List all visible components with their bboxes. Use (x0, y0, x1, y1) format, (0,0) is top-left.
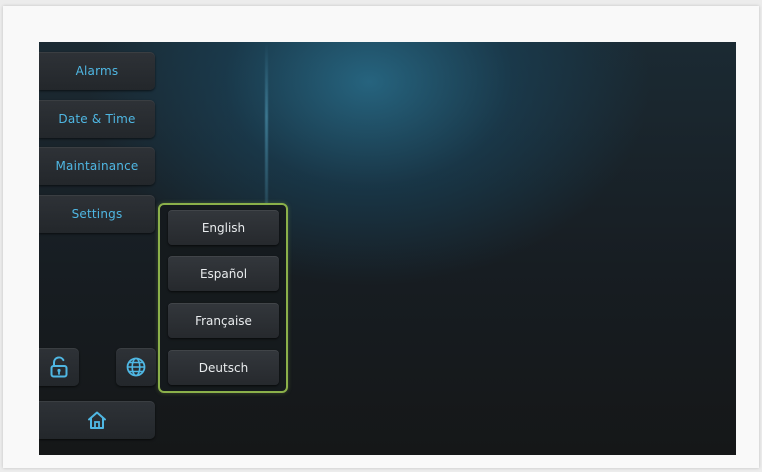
lock-button[interactable] (39, 348, 79, 386)
screenshot-frame: Alarms Date & Time Maintainance Settings… (3, 6, 759, 468)
home-button[interactable] (39, 401, 155, 439)
alarms-button-label: Alarms (75, 64, 119, 78)
language-popup: English Español Française Deutsch (158, 203, 288, 393)
settings-button-label: Settings (71, 207, 123, 221)
maintainance-button-label: Maintainance (55, 159, 139, 173)
language-option-espanol[interactable]: Español (168, 256, 279, 291)
maintainance-button[interactable]: Maintainance (39, 147, 155, 185)
language-option-francaise[interactable]: Française (168, 303, 279, 338)
date-time-button[interactable]: Date & Time (39, 100, 155, 138)
globe-icon (125, 356, 147, 378)
device-screen: Alarms Date & Time Maintainance Settings… (39, 42, 736, 455)
language-option-deutsch[interactable]: Deutsch (168, 350, 279, 385)
alarms-button[interactable]: Alarms (39, 52, 155, 90)
settings-button[interactable]: Settings (39, 195, 155, 233)
language-option-english[interactable]: English (168, 210, 279, 245)
language-button[interactable] (116, 348, 156, 386)
date-time-button-label: Date & Time (58, 112, 136, 126)
home-icon (86, 409, 108, 431)
background-light-streak (265, 42, 268, 207)
unlock-icon (49, 356, 69, 378)
